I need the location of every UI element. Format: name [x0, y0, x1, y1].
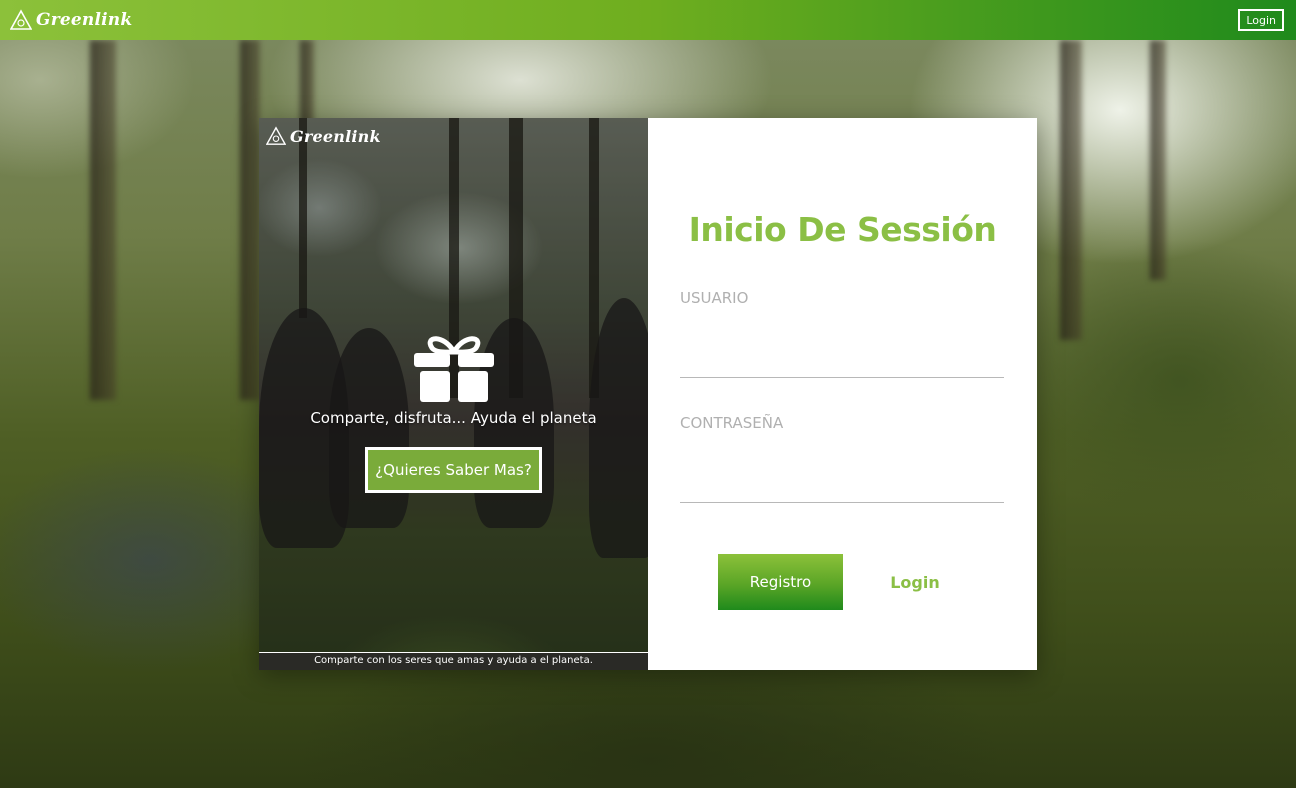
register-button[interactable]: Registro	[718, 554, 843, 610]
navbar-login-button[interactable]: Login	[1238, 9, 1284, 31]
tree-trunk	[90, 40, 116, 400]
card-brand: Greenlink	[266, 126, 381, 146]
login-card: Greenlink Comparte, disfruta... Ayuda el…	[259, 118, 1037, 670]
brand-name: Greenlink	[36, 10, 133, 30]
promo-footer-text: Comparte con los seres que amas y ayuda …	[259, 652, 648, 670]
tree-trunk	[1060, 40, 1082, 340]
password-label: CONTRASEÑA	[680, 414, 784, 432]
password-input[interactable]	[680, 467, 1004, 503]
login-form-panel: Inicio De Sessión USUARIO CONTRASEÑA Reg…	[648, 118, 1037, 670]
brand-name: Greenlink	[290, 126, 381, 146]
username-label: USUARIO	[680, 289, 749, 307]
top-navbar: Greenlink Login	[0, 0, 1296, 40]
logo-triangle-icon	[266, 126, 286, 145]
navbar-brand[interactable]: Greenlink	[10, 9, 132, 31]
tree-trunk	[240, 40, 260, 400]
login-title: Inicio De Sessión	[688, 210, 997, 249]
tree-trunk	[1150, 40, 1166, 280]
promo-tagline: Comparte, disfruta... Ayuda el planeta	[310, 409, 597, 427]
gift-icon	[414, 336, 494, 402]
login-button[interactable]: Login	[870, 554, 960, 610]
username-input[interactable]	[680, 342, 1004, 378]
logo-triangle-icon	[10, 9, 32, 30]
promo-panel: Greenlink Comparte, disfruta... Ayuda el…	[259, 118, 648, 670]
learn-more-button[interactable]: ¿Quieres Saber Mas?	[365, 447, 542, 493]
